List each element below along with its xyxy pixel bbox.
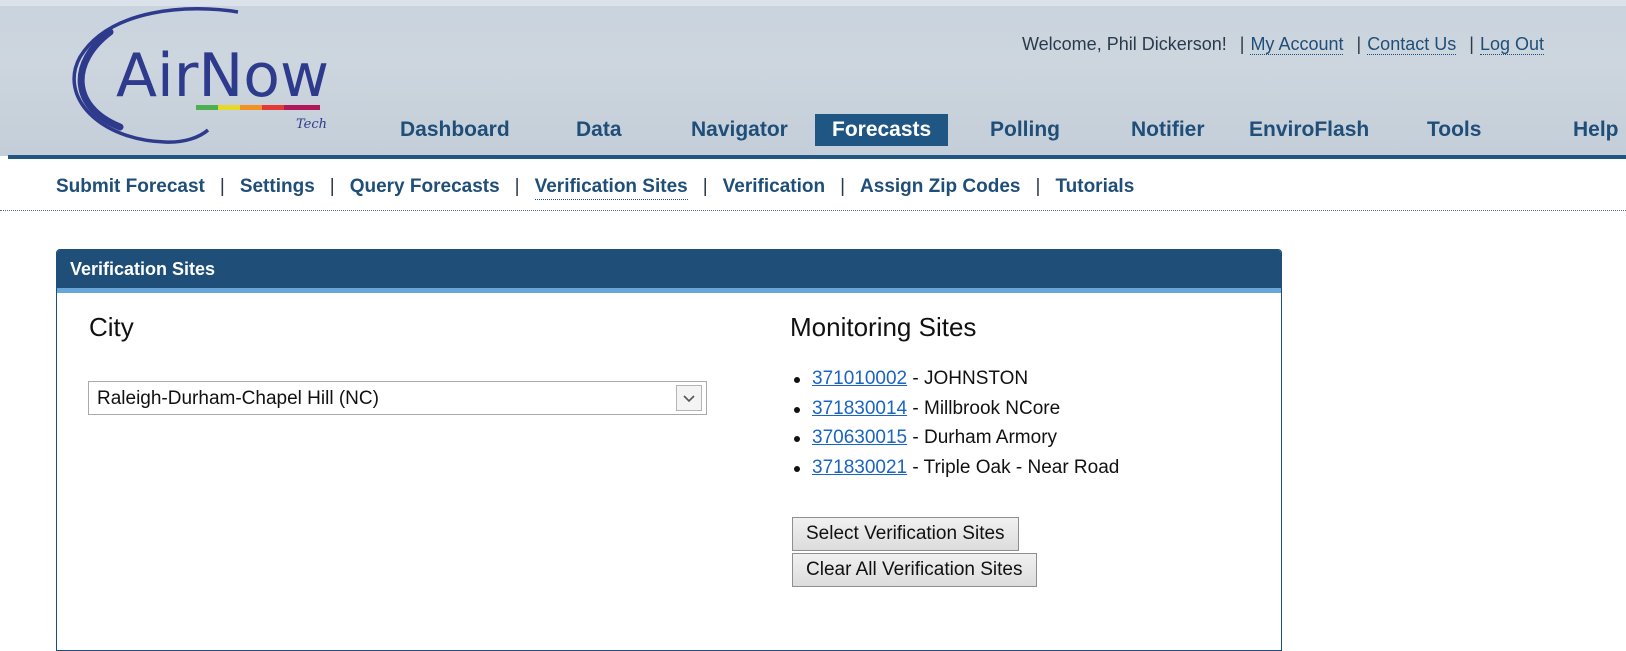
separator: | <box>702 176 708 197</box>
city-select[interactable]: Raleigh-Durham-Chapel Hill (NC) <box>88 381 707 415</box>
airnow-logo[interactable]: AirNow Tech <box>50 2 340 152</box>
monitoring-sites-heading: Monitoring Sites <box>790 312 977 342</box>
monitoring-sites-list: 371010002 - JOHNSTON 371830014 - Millbro… <box>791 368 1119 486</box>
logo-subtitle: Tech <box>296 117 327 132</box>
nav-tools[interactable]: Tools <box>1427 113 1481 147</box>
user-links: Welcome, Phil Dickerson! | My Account | Co… <box>1022 34 1544 56</box>
name-prefix: - <box>907 397 924 419</box>
select-verification-sites-button[interactable]: Select Verification Sites <box>792 517 1019 551</box>
site-code-link[interactable]: 371830021 <box>812 457 907 478</box>
name-prefix: - <box>907 456 924 478</box>
separator: | <box>1469 34 1474 54</box>
verification-sites-panel: Verification Sites City Raleigh-Durham-C… <box>56 249 1282 651</box>
subnav-assign-zip-codes[interactable]: Assign Zip Codes <box>860 176 1020 197</box>
site-code-link[interactable]: 370630015 <box>812 427 907 448</box>
nav-dashboard[interactable]: Dashboard <box>400 113 510 147</box>
bullet-icon <box>794 377 800 383</box>
separator: | <box>1356 34 1362 54</box>
separator: | <box>514 176 520 197</box>
panel-title: Verification Sites <box>70 259 216 279</box>
city-heading: City <box>89 312 134 342</box>
my-account-link[interactable]: My Account <box>1250 34 1344 55</box>
subnav-query-forecasts[interactable]: Query Forecasts <box>350 176 500 197</box>
logo-wordmark: AirNow <box>116 41 329 111</box>
list-item: 371010002 - JOHNSTON <box>791 368 1119 398</box>
nav-navigator[interactable]: Navigator <box>691 113 788 147</box>
site-header: AirNow Tech Welcome, Phil Dickerson! | My… <box>0 0 1626 156</box>
contact-us-link[interactable]: Contact Us <box>1367 34 1457 55</box>
list-item: 371830021 - Triple Oak - Near Road <box>791 457 1119 487</box>
city-select-value: Raleigh-Durham-Chapel Hill (NC) <box>97 388 379 409</box>
nav-polling[interactable]: Polling <box>990 113 1060 147</box>
site-code-link[interactable]: 371830014 <box>812 398 907 419</box>
subnav-tutorials[interactable]: Tutorials <box>1055 176 1134 197</box>
nav-forecasts[interactable]: Forecasts <box>815 114 949 146</box>
panel-header: Verification Sites <box>57 250 1281 293</box>
forecasts-subnav: Submit Forecast | Settings | Query Forecasts… <box>56 176 1134 202</box>
nav-notifier[interactable]: Notifier <box>1131 113 1205 147</box>
bullet-icon <box>794 465 800 472</box>
separator: | <box>219 176 225 197</box>
site-code-link[interactable]: 371010002 <box>812 368 907 389</box>
subnav-divider <box>0 210 1626 211</box>
nav-data[interactable]: Data <box>576 113 622 147</box>
subnav-submit-forecast[interactable]: Submit Forecast <box>56 176 205 197</box>
site-name: Triple Oak - Near Road <box>923 456 1120 478</box>
welcome-text: Welcome, Phil Dickerson! <box>1022 34 1227 54</box>
site-name: Millbrook NCore <box>924 397 1061 419</box>
list-item: 371830014 - Millbrook NCore <box>791 398 1119 428</box>
nav-help[interactable]: Help <box>1573 113 1619 147</box>
separator: | <box>329 176 335 197</box>
separator: | <box>1239 34 1245 54</box>
clear-verification-sites-button[interactable]: Clear All Verification Sites <box>792 553 1037 587</box>
bullet-icon <box>794 406 800 413</box>
header-divider <box>8 155 1626 159</box>
site-name: Durham Armory <box>924 427 1058 448</box>
separator: | <box>1035 176 1041 197</box>
bullet-icon <box>794 436 800 442</box>
log-out-link[interactable]: Log Out <box>1479 34 1544 55</box>
subnav-verification[interactable]: Verification <box>723 176 825 197</box>
separator: | <box>840 176 846 197</box>
name-prefix: - <box>907 427 924 448</box>
list-item: 370630015 - Durham Armory <box>791 427 1119 457</box>
name-prefix: - <box>907 368 924 389</box>
site-name: JOHNSTON <box>924 368 1029 389</box>
subnav-verification-sites[interactable]: Verification Sites <box>534 176 688 200</box>
subnav-settings[interactable]: Settings <box>240 176 315 197</box>
nav-enviroflash[interactable]: EnviroFlash <box>1249 113 1369 147</box>
chevron-down-icon[interactable] <box>676 385 702 411</box>
